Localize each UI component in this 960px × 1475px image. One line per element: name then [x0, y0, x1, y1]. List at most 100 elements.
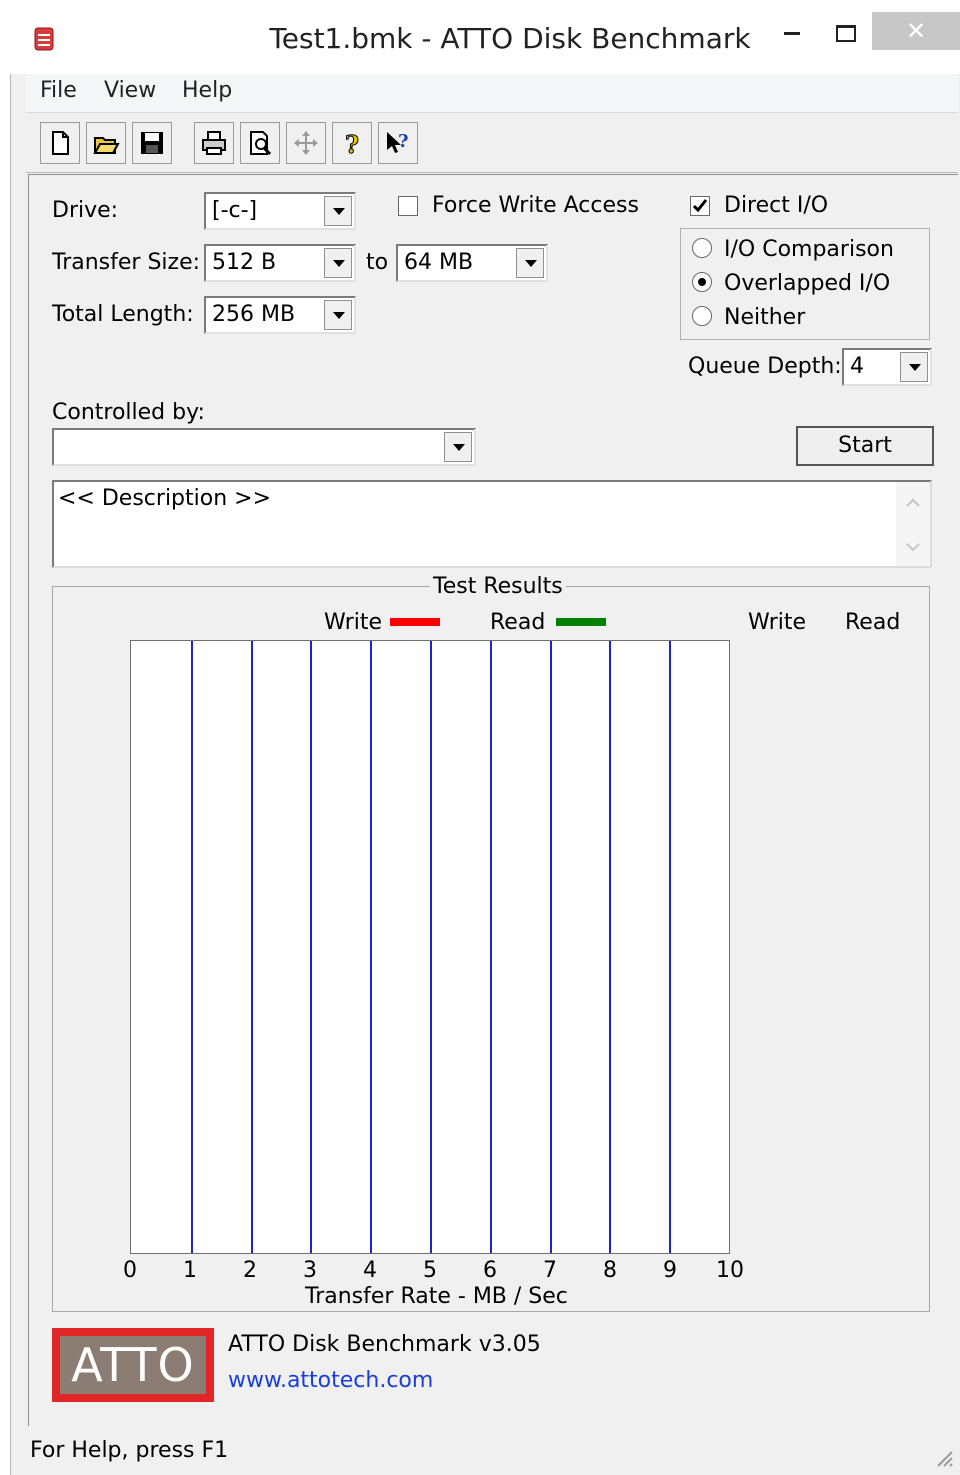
- move-icon: [294, 131, 318, 155]
- print-preview-button[interactable]: [240, 122, 280, 164]
- grid-line: [370, 641, 372, 1253]
- transfer-size-label: Transfer Size:: [52, 250, 201, 275]
- chevron-up-icon: [906, 498, 920, 507]
- description-box[interactable]: << Description >>: [52, 480, 932, 568]
- x-tick-label: 8: [603, 1258, 617, 1283]
- minimize-button[interactable]: [762, 12, 822, 52]
- chevron-down-icon[interactable]: [444, 432, 472, 462]
- save-button[interactable]: [132, 122, 172, 164]
- controlled-by-label: Controlled by:: [52, 400, 205, 425]
- x-tick-label: 1: [183, 1258, 197, 1283]
- chevron-down-icon[interactable]: [516, 248, 544, 278]
- x-axis-label: Transfer Rate - MB / Sec: [305, 1284, 568, 1309]
- app-icon: [34, 26, 54, 52]
- total-length-label: Total Length:: [52, 302, 194, 327]
- legend-read-label: Read: [490, 610, 546, 635]
- total-length-select[interactable]: 256 MB: [204, 296, 356, 334]
- print-button[interactable]: [194, 122, 234, 164]
- grid-line: [251, 641, 253, 1253]
- open-button[interactable]: [86, 122, 126, 164]
- atto-logo-text: ATTO: [60, 1336, 206, 1394]
- drive-select[interactable]: [-c-]: [204, 192, 356, 230]
- total-length-value: 256 MB: [212, 302, 296, 327]
- menu-help[interactable]: Help: [182, 78, 232, 103]
- to-label: to: [366, 250, 389, 275]
- io-comparison-label: I/O Comparison: [724, 237, 894, 262]
- grid-line: [490, 641, 492, 1253]
- maximize-button[interactable]: [816, 12, 876, 52]
- new-icon: [52, 131, 69, 155]
- close-icon: ✕: [905, 17, 927, 45]
- description-text: << Description >>: [58, 486, 272, 511]
- x-tick-label: 7: [543, 1258, 557, 1283]
- menu-bar: [26, 74, 958, 113]
- help-icon: ?: [345, 130, 360, 158]
- close-button[interactable]: ✕: [872, 12, 960, 50]
- move-button[interactable]: [286, 122, 326, 164]
- chevron-down-icon: [906, 543, 920, 552]
- neither-label: Neither: [724, 305, 806, 330]
- grid-line: [191, 641, 193, 1253]
- chevron-down-icon[interactable]: [900, 352, 928, 382]
- grid-line: [310, 641, 312, 1253]
- new-button[interactable]: [40, 122, 80, 164]
- force-write-label: Force Write Access: [432, 193, 639, 218]
- svg-text:?: ?: [398, 131, 409, 152]
- test-results-title: Test Results: [430, 574, 566, 599]
- legend-read-swatch: [556, 618, 606, 626]
- results-chart: [130, 640, 730, 1254]
- grid-line: [430, 641, 432, 1253]
- queue-depth-label: Queue Depth:: [688, 354, 842, 379]
- io-comparison-radio[interactable]: [692, 238, 712, 258]
- context-help-icon: ?: [387, 131, 409, 153]
- overlapped-io-label: Overlapped I/O: [724, 271, 891, 296]
- x-tick-label: 3: [303, 1258, 317, 1283]
- svg-text:?: ?: [345, 130, 359, 157]
- force-write-checkbox[interactable]: [398, 196, 418, 216]
- x-tick-label: 0: [123, 1258, 137, 1283]
- description-scrollbar[interactable]: [896, 482, 930, 566]
- chevron-down-icon[interactable]: [324, 300, 352, 330]
- x-tick-label: 6: [483, 1258, 497, 1283]
- controlled-by-select[interactable]: [52, 428, 476, 466]
- direct-io-checkbox[interactable]: [690, 196, 710, 216]
- drive-label: Drive:: [52, 198, 119, 223]
- transfer-size-to-value: 64 MB: [404, 250, 474, 275]
- resize-grip-icon[interactable]: [932, 1446, 954, 1468]
- window-title: Test1.bmk - ATTO Disk Benchmark: [269, 22, 751, 55]
- print-icon: [202, 131, 226, 155]
- x-tick-label: 2: [243, 1258, 257, 1283]
- chevron-down-icon[interactable]: [324, 248, 352, 278]
- maximize-icon: [836, 24, 856, 42]
- help-button[interactable]: ?: [332, 122, 372, 164]
- transfer-size-to-select[interactable]: 64 MB: [396, 244, 548, 282]
- grid-line: [669, 641, 671, 1253]
- x-tick-label: 4: [363, 1258, 377, 1283]
- minimize-icon: [784, 31, 800, 35]
- context-help-button[interactable]: ?: [378, 122, 418, 164]
- print-preview-icon: [250, 131, 272, 156]
- queue-depth-select[interactable]: 4: [842, 348, 932, 386]
- grid-line: [609, 641, 611, 1253]
- checkmark-icon: [692, 199, 708, 213]
- column-read-header: Read: [845, 610, 901, 635]
- start-button[interactable]: Start: [796, 426, 934, 466]
- direct-io-label: Direct I/O: [724, 193, 829, 218]
- open-icon: [93, 137, 120, 154]
- column-write-header: Write: [748, 610, 807, 635]
- neither-radio[interactable]: [692, 306, 712, 326]
- status-text: For Help, press F1: [30, 1438, 229, 1463]
- x-tick-label: 9: [663, 1258, 677, 1283]
- transfer-size-from-select[interactable]: 512 B: [204, 244, 356, 282]
- x-tick-label: 10: [716, 1258, 744, 1283]
- legend-write-label: Write: [324, 610, 383, 635]
- queue-depth-value: 4: [850, 354, 864, 379]
- chevron-down-icon[interactable]: [324, 196, 352, 226]
- overlapped-io-radio[interactable]: [692, 272, 712, 292]
- menu-file[interactable]: File: [40, 78, 77, 103]
- website-link[interactable]: www.attotech.com: [228, 1368, 433, 1393]
- menu-view[interactable]: View: [104, 78, 156, 103]
- grid-line: [550, 641, 552, 1253]
- transfer-size-from-value: 512 B: [212, 250, 277, 275]
- product-version: ATTO Disk Benchmark v3.05: [228, 1332, 541, 1357]
